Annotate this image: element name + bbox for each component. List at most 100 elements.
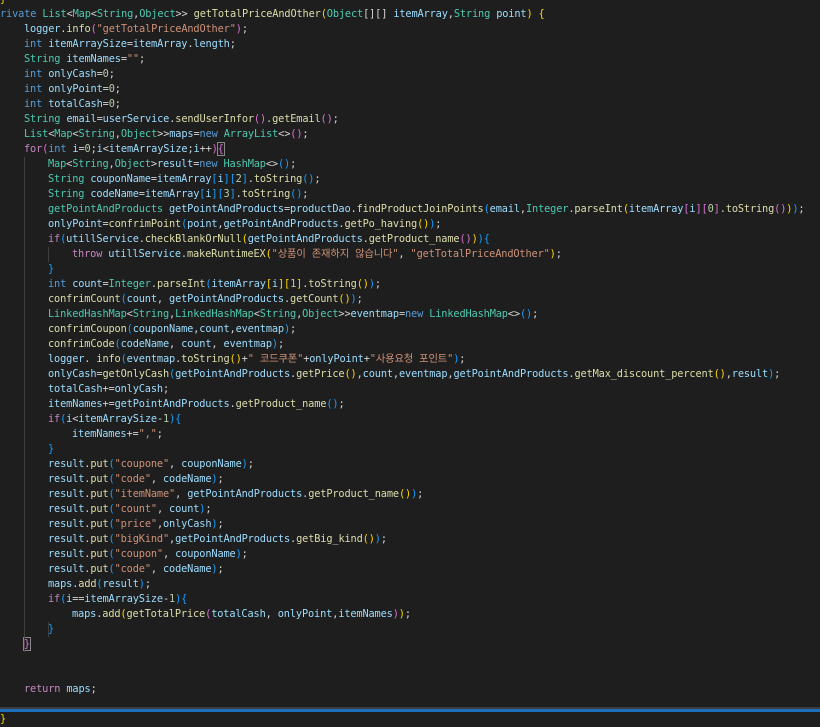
code-token: if	[48, 593, 61, 605]
code-token: getPo_having	[344, 218, 418, 230]
code-line[interactable]: maps.add(result);	[48, 577, 151, 592]
code-line[interactable]: getPointAndProducts getPointAndProducts=…	[48, 202, 805, 217]
code-line[interactable]: int count=Integer.parseInt(itemArray[i][…	[48, 277, 381, 292]
code-token: ;	[247, 458, 254, 470]
code-line[interactable]: int onlyPoint=0;	[24, 82, 121, 97]
code-token: >>	[338, 308, 351, 320]
code-line[interactable]: String couponName=itemArray[i][2].toStri…	[48, 172, 321, 187]
code-line[interactable]: result.put("count", count);	[48, 502, 212, 517]
code-line[interactable]: }	[0, 712, 6, 727]
indent-guide	[24, 157, 25, 652]
code-token: )	[526, 8, 539, 20]
code-token: couponName	[175, 548, 236, 560]
code-token: ,	[175, 488, 188, 500]
code-line[interactable]: String codeName=itemArray[i][3].toString…	[48, 187, 308, 202]
code-token: getBig_kind	[296, 533, 363, 545]
code-token: int	[48, 143, 73, 155]
code-token: ,	[156, 293, 170, 305]
code-token: confrimCode	[48, 338, 115, 350]
code-token: logger	[48, 353, 85, 365]
code-line[interactable]: result.put("coupon", couponName);	[48, 547, 248, 562]
code-line[interactable]: if(i<itemArraySize-1){	[48, 412, 181, 427]
code-line[interactable]: throw utillService.makeRuntimeEX("상품이 존재…	[72, 247, 562, 262]
code-line[interactable]: onlyPoint=confrimPoint(point,getPointAnd…	[48, 217, 441, 232]
code-line[interactable]: totalCash+=onlyCash;	[48, 382, 169, 397]
code-line[interactable]: int totalCash=0;	[24, 97, 121, 112]
code-line[interactable]: int onlyCash=0;	[24, 67, 115, 82]
code-token: getTotalPriceAndOther	[193, 8, 321, 20]
code-token: "coupone"	[114, 458, 170, 470]
code-editor[interactable]: } rivate List<Map<String,Object>> getTota…	[0, 0, 820, 725]
code-line[interactable]: result.put("coupone", couponName);	[48, 457, 254, 472]
code-token: )	[211, 143, 218, 155]
code-token: itemArray	[156, 173, 212, 185]
code-token: new	[405, 308, 430, 320]
code-line[interactable]: itemNames+=getPointAndProducts.getProduc…	[48, 397, 345, 412]
code-line[interactable]: List<Map<String,Object>>maps=new ArrayLi…	[24, 127, 309, 142]
code-line[interactable]: result.put("code", codeName);	[48, 472, 224, 487]
code-token: String	[24, 113, 67, 125]
code-line[interactable]: result.put("bigKind",getPointAndProducts…	[48, 532, 387, 547]
code-token: ,	[156, 503, 170, 515]
code-line[interactable]: result.put("price",onlyCash);	[48, 517, 224, 532]
code-token: onlyPoint	[277, 608, 333, 620]
code-line[interactable]: Map<String,Object>result=new HashMap<>()…	[48, 157, 296, 172]
code-token: int	[24, 68, 49, 80]
code-token: ;	[241, 548, 248, 560]
code-token: ;	[241, 23, 248, 35]
code-token: "getTotalPriceAndOther"	[96, 23, 236, 35]
code-line[interactable]: }	[48, 262, 54, 277]
code-token: ;	[374, 278, 381, 290]
code-line[interactable]: String itemNames="";	[24, 52, 145, 67]
code-line[interactable]: itemNames+=",";	[72, 427, 163, 442]
code-line[interactable]: maps.add(getTotalPrice(totalCash, onlyPo…	[72, 607, 411, 622]
code-line[interactable]: result.put("itemName", getPointAndProduc…	[48, 487, 423, 502]
code-line[interactable]: onlyCash=getOnlyCash(getPointAndProducts…	[48, 367, 780, 382]
code-token: email	[66, 113, 97, 125]
code-token: {	[483, 233, 490, 245]
code-token: return	[24, 683, 67, 695]
code-line[interactable]: String email=userService.sendUserInfor()…	[24, 112, 339, 127]
code-line[interactable]: LinkedHashMap<String,LinkedHashMap<Strin…	[48, 307, 538, 322]
code-token: put	[90, 488, 109, 500]
code-line[interactable]: }	[48, 442, 54, 457]
code-token: ;	[356, 293, 363, 305]
code-token: getPointAndProducts	[169, 203, 284, 215]
code-line[interactable]: rivate List<Map<String,Object>> getTotal…	[0, 7, 545, 22]
code-token: put	[90, 563, 109, 575]
code-token: parseInt	[574, 203, 623, 215]
code-line[interactable]: logger.info("getTotalPriceAndOther");	[24, 22, 248, 37]
code-token: String	[259, 308, 297, 320]
code-token: add	[78, 578, 97, 590]
code-token: eventmap	[350, 308, 400, 320]
code-token: ;	[144, 578, 151, 590]
code-line[interactable]: if(utillService.checkBlankOrNull(getPoin…	[48, 232, 490, 247]
code-token: result	[102, 578, 139, 590]
code-token: onlyPoint	[309, 353, 364, 365]
code-token: ++	[199, 143, 212, 155]
code-token: onlyPoint	[48, 218, 103, 230]
code-token: String	[132, 308, 169, 320]
code-line[interactable]: int itemArraySize=itemArray.length;	[24, 37, 236, 52]
code-token: sendUserInfor	[175, 113, 254, 125]
code-line[interactable]: for(int i=0;i<itemArraySize;i++){	[24, 142, 225, 157]
code-token: result	[48, 503, 85, 515]
code-line[interactable]: result.put("code", codeName);	[48, 562, 224, 577]
code-token: ;	[229, 38, 236, 50]
code-line[interactable]: confrimCount(count, getPointAndProducts.…	[48, 292, 363, 307]
code-line[interactable]: if(i==itemArraySize-1){	[48, 592, 187, 607]
code-token: ""	[126, 53, 139, 65]
code-token: eventmap	[235, 323, 285, 335]
code-line[interactable]: logger. info(eventmap.toString()+" 코드쿠폰"…	[48, 352, 465, 367]
code-token: email	[489, 203, 520, 215]
code-line[interactable]: }	[0, 0, 6, 7]
code-line[interactable]: return maps;	[24, 682, 97, 697]
code-token: totalCash	[48, 383, 103, 395]
code-line[interactable]: confrimCoupon(couponName,count,eventmap)…	[48, 322, 296, 337]
code-line[interactable]: confrimCode(codeName, count, eventmap);	[48, 337, 284, 352]
code-token: result	[48, 473, 85, 485]
code-token: maps	[66, 683, 91, 695]
code-token: utillService	[108, 248, 181, 260]
code-token: getEmail	[272, 113, 321, 125]
code-token: ;	[314, 173, 321, 185]
